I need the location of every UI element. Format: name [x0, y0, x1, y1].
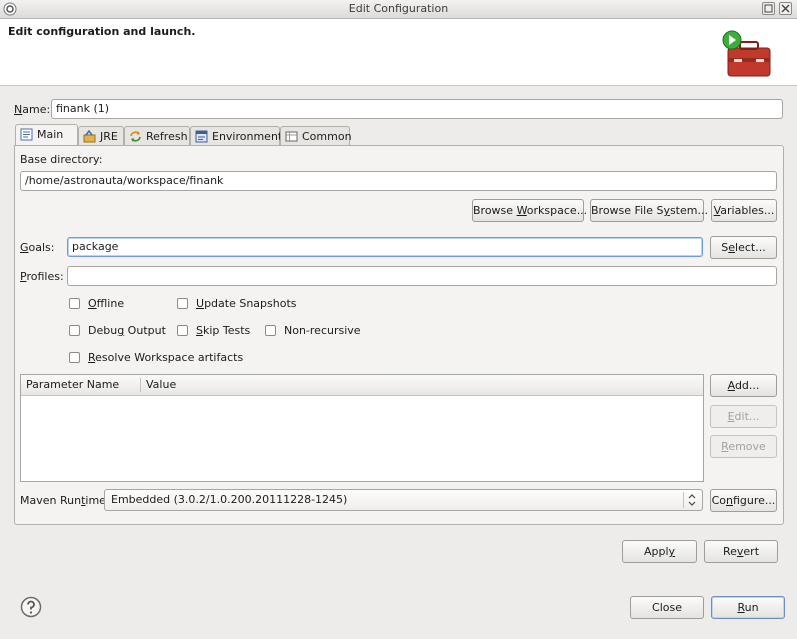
- resolve-workspace-checkbox[interactable]: [69, 352, 80, 363]
- debug-output-label: Debug Output: [88, 324, 166, 337]
- tab-main-label: Main: [37, 128, 64, 141]
- edit-parameter-button[interactable]: Edit...: [710, 405, 777, 428]
- close-window-button[interactable]: [779, 2, 792, 15]
- tab-environment[interactable]: Environment: [190, 126, 283, 146]
- profiles-label: Profiles:: [20, 270, 64, 283]
- window-title: Edit Configuration: [348, 2, 449, 15]
- name-label: Name:: [14, 103, 51, 116]
- maven-runtime-value: Embedded (3.0.2/1.0.200.20111228-1245): [111, 493, 348, 506]
- skip-tests-label: Skip Tests: [196, 324, 251, 337]
- browse-file-system-button[interactable]: Browse File System...: [590, 199, 708, 222]
- revert-button[interactable]: Revert: [704, 540, 778, 563]
- maximize-icon: [764, 4, 773, 13]
- maven-runtime-label: Maven Runtime:: [20, 494, 110, 507]
- main-tab-icon: [20, 128, 33, 141]
- refresh-icon: [130, 131, 141, 142]
- tab-environment-label: Environment: [212, 130, 283, 143]
- maximize-button[interactable]: [762, 2, 775, 15]
- window-titlebar: Edit Configuration: [0, 0, 797, 19]
- base-directory-field[interactable]: /home/astronauta/workspace/finank: [20, 171, 777, 191]
- run-button[interactable]: Run: [711, 596, 785, 619]
- add-parameter-button[interactable]: Add...: [710, 374, 777, 397]
- column-parameter-name[interactable]: Parameter Name: [26, 378, 119, 391]
- maven-runtime-select[interactable]: Embedded (3.0.2/1.0.200.20111228-1245): [104, 489, 703, 511]
- updown-arrow-icon: [683, 492, 696, 508]
- update-snapshots-checkbox[interactable]: [177, 298, 188, 309]
- update-snapshots-label: Update Snapshots: [196, 297, 297, 310]
- select-goals-button[interactable]: Select...: [710, 236, 777, 259]
- skip-tests-checkbox[interactable]: [177, 325, 188, 336]
- non-recursive-checkbox[interactable]: [265, 325, 276, 336]
- toolbox-launch-icon: [722, 30, 771, 77]
- close-button[interactable]: Close: [630, 596, 704, 619]
- tab-jre[interactable]: JRE: [78, 126, 124, 146]
- parameter-table[interactable]: Parameter Name Value: [20, 374, 704, 482]
- help-icon[interactable]: [20, 596, 42, 618]
- tab-refresh[interactable]: Refresh: [124, 126, 190, 146]
- name-field[interactable]: finank (1): [51, 99, 783, 119]
- goals-field[interactable]: package: [67, 237, 703, 257]
- close-icon: [781, 4, 790, 13]
- tab-common-label: Common: [302, 130, 352, 143]
- environment-icon: [195, 130, 208, 143]
- tab-common[interactable]: Common: [280, 126, 352, 146]
- apply-button[interactable]: Apply: [622, 540, 697, 563]
- banner-title: Edit configuration and launch.: [8, 25, 196, 38]
- tab-main[interactable]: Main: [15, 124, 78, 147]
- column-separator: [140, 378, 141, 392]
- tab-refresh-label: Refresh: [146, 130, 188, 143]
- parameter-table-header: Parameter Name Value: [21, 375, 703, 396]
- jre-icon: [83, 130, 96, 143]
- common-icon: [285, 131, 298, 142]
- configure-button[interactable]: Configure...: [710, 489, 777, 512]
- offline-checkbox[interactable]: [69, 298, 80, 309]
- column-value[interactable]: Value: [146, 378, 176, 391]
- dialog-banner: Edit configuration and launch.: [0, 19, 797, 86]
- resolve-workspace-label: Resolve Workspace artifacts: [88, 351, 244, 364]
- debug-output-checkbox[interactable]: [69, 325, 80, 336]
- variables-button[interactable]: Variables...: [711, 199, 777, 222]
- remove-parameter-button[interactable]: Remove: [710, 435, 777, 458]
- base-directory-label: Base directory:: [20, 153, 103, 166]
- tab-jre-label: JRE: [100, 130, 118, 143]
- goals-label: Goals:: [20, 241, 55, 254]
- non-recursive-label: Non-recursive: [284, 324, 361, 337]
- profiles-field[interactable]: [67, 266, 777, 286]
- browse-workspace-button[interactable]: Browse Workspace...: [472, 199, 587, 222]
- offline-label: Offline: [88, 297, 125, 310]
